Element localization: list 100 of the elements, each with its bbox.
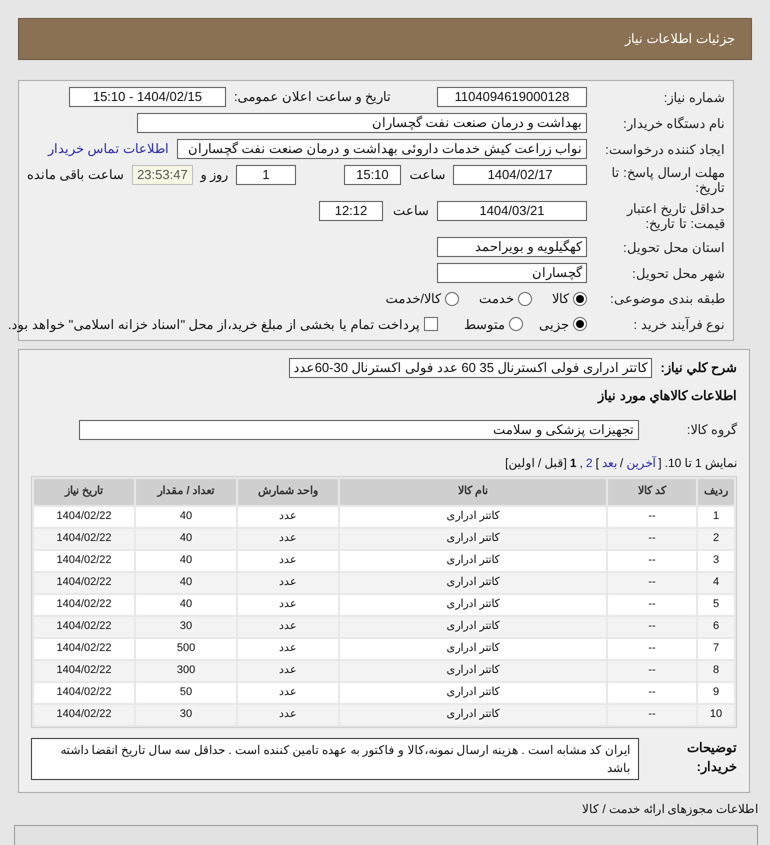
table-cell: -- <box>608 616 696 636</box>
table-cell: 10 <box>698 704 734 724</box>
table-cell: کاتتر ادراری <box>340 638 606 658</box>
table-cell: 40 <box>136 528 236 548</box>
column-header: تاریخ نیاز <box>34 478 134 504</box>
remaining-time: 23:53:47 <box>132 165 193 185</box>
table-cell: کاتتر ادراری <box>340 682 606 702</box>
field-label: تاریخ و ساعت اعلان عمومی: <box>234 88 391 106</box>
table-cell: 1 <box>698 506 734 526</box>
table-cell: 30 <box>136 704 236 724</box>
table-cell: 1404/02/22 <box>34 638 134 658</box>
text-field[interactable]: 1 <box>236 165 296 185</box>
section-heading: اطلاعات کالاهاي مورد نياز <box>596 387 737 406</box>
text-field[interactable]: نواب زراعت کیش خدمات داروئی بهداشت و درمان صنعت نفت گچساران <box>177 139 587 159</box>
field-label: نام دستگاه خریدار: <box>623 116 725 130</box>
table-cell: 8 <box>698 660 734 680</box>
text-field[interactable]: 15:10 <box>344 165 402 185</box>
text-field[interactable]: 12:12 <box>319 201 383 221</box>
table-cell: 1404/02/22 <box>34 660 134 680</box>
table-cell: عدد <box>238 704 338 724</box>
checkbox-label: پرداخت تمام یا بخشی از مبلغ خرید،از محل "اسناد خزانه اسلامی" خواهد بود. <box>8 316 420 334</box>
column-header: نام کالا <box>340 478 606 504</box>
table-cell: -- <box>608 550 696 570</box>
field-label: استان محل تحویل: <box>623 240 725 254</box>
checkbox[interactable] <box>424 317 438 332</box>
table-cell: عدد <box>238 682 338 702</box>
table-cell: کاتتر ادراری <box>340 616 606 636</box>
radio-button[interactable] <box>518 292 532 306</box>
text-field[interactable]: کاتتر ادراری فولی اکسترنال 35 60 عدد فولی اکسترنال 30-60عدد <box>288 358 652 378</box>
notes-field: ایران کد مشابه است . هزینه ارسال نمونه،کالا و فاکتور به عهده تامین کننده است . حداقل سه سال تاریخ انقضا داشته باشد <box>31 738 639 780</box>
radio-button[interactable] <box>573 317 587 332</box>
current-page: 1 <box>570 454 577 472</box>
table-cell: 1404/02/22 <box>34 616 134 636</box>
table-cell: کاتتر ادراری <box>340 506 606 526</box>
field-label: حداقل تاریخ اعتبار قیمت: تا تاریخ: <box>626 201 725 231</box>
radio-label: جزیی <box>539 316 569 334</box>
table-cell: عدد <box>238 638 338 658</box>
radio-button[interactable] <box>573 292 587 306</box>
table-cell: 2 <box>698 528 734 548</box>
radio-button[interactable] <box>509 317 523 332</box>
text-field[interactable]: 1404/03/21 <box>437 201 587 221</box>
table-cell: 40 <box>136 572 236 592</box>
page-title: جزئیات اطلاعات نیاز <box>624 30 735 48</box>
column-header: ردیف <box>698 478 734 504</box>
section-title: اطلاعات مجوزهای ارائه خدمت / کالا <box>582 802 758 816</box>
field-label: مهلت ارسال پاسخ: تا تاریخ: <box>610 165 725 195</box>
column-header: کد کالا <box>608 478 696 504</box>
text-field[interactable]: 1404/02/15 - 15:10 <box>68 87 226 107</box>
contact-link[interactable]: اطلاعات تماس خریدار <box>48 139 169 159</box>
field-label: شرح کلي نياز: <box>660 359 737 378</box>
table-cell: 40 <box>136 550 236 570</box>
text-field[interactable]: گچساران <box>437 263 587 283</box>
field-label: توضیحات خریدار: <box>687 740 737 774</box>
text-field[interactable]: کهگیلویه و بویراحمد <box>437 237 587 257</box>
table-cell: 50 <box>136 682 236 702</box>
pagination-text: ] <box>596 454 599 472</box>
table-cell: 6 <box>698 616 734 636</box>
table-cell: عدد <box>238 616 338 636</box>
table-cell: 1404/02/22 <box>34 528 134 548</box>
table-cell: -- <box>608 660 696 680</box>
table-cell: 1404/02/22 <box>34 506 134 526</box>
days-label: روز و <box>200 166 228 184</box>
time-label: ساعت <box>392 202 429 220</box>
table-cell: کاتتر ادراری <box>340 572 606 592</box>
table-cell: -- <box>608 594 696 614</box>
radio-button[interactable] <box>445 292 459 306</box>
table-cell: -- <box>608 682 696 702</box>
time-label: ساعت <box>409 166 446 184</box>
table-cell: 1404/02/22 <box>34 550 134 570</box>
table-cell: کاتتر ادراری <box>340 528 606 548</box>
table-cell: عدد <box>238 506 338 526</box>
pagination-link[interactable]: 2 <box>586 454 593 472</box>
table-cell: کاتتر ادراری <box>340 594 606 614</box>
table-cell: کاتتر ادراری <box>340 704 606 724</box>
table-cell: 1404/02/22 <box>34 682 134 702</box>
text-field[interactable]: 1404/02/17 <box>453 165 587 185</box>
table-cell: 40 <box>136 594 236 614</box>
text-field[interactable]: 1104094619000128 <box>437 87 587 107</box>
pagination-text: , <box>580 454 583 472</box>
table-cell: -- <box>608 638 696 658</box>
pagination-link[interactable]: بعد <box>602 454 617 472</box>
table-cell: کاتتر ادراری <box>340 660 606 680</box>
field-label: شهر محل تحویل: <box>632 266 725 280</box>
table-cell: عدد <box>238 528 338 548</box>
text-field[interactable]: تجهیزات پزشکی و سلامت <box>79 420 639 440</box>
table-cell: 4 <box>698 572 734 592</box>
table-cell: 1404/02/22 <box>34 572 134 592</box>
radio-label: خدمت <box>479 290 514 308</box>
pagination-text: نمایش 1 تا 10. <box>664 454 737 472</box>
table-cell: -- <box>608 506 696 526</box>
pagination-text: [ <box>658 454 662 472</box>
column-header: تعداد / مقدار <box>136 478 236 504</box>
table-cell: 7 <box>698 638 734 658</box>
table-cell: 30 <box>136 616 236 636</box>
table-cell: عدد <box>238 594 338 614</box>
table-cell: -- <box>608 704 696 724</box>
text-field[interactable]: بهداشت و درمان صنعت نفت گچساران <box>137 113 587 133</box>
field-label: گروه کالا: <box>686 422 737 437</box>
radio-label: کالا/خدمت <box>385 290 441 308</box>
pagination-link[interactable]: آخرین <box>626 454 656 472</box>
